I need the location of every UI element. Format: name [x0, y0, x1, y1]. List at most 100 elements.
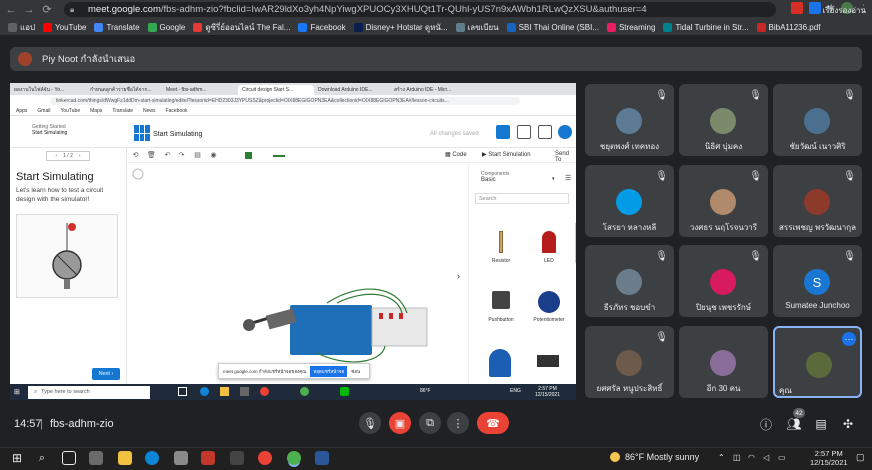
store-icon[interactable]: [240, 387, 249, 396]
undo-icon[interactable]: ↶: [163, 151, 172, 159]
bookmark-item[interactable]: Facebook: [298, 22, 346, 32]
os-weather[interactable]: 86°F Mostly sunny: [610, 452, 699, 462]
tray-chevron-icon[interactable]: ⌃: [718, 453, 725, 462]
bookmark-item[interactable]: Tidal Turbine in Str...: [663, 22, 749, 32]
start-simulation-button[interactable]: ▶ Start Simulation: [482, 151, 531, 159]
participant-tile[interactable]: 🎙︎ วงศธร นฤโรจนวารี: [679, 165, 768, 237]
participant-tile[interactable]: 🎙︎ โสรยา หลางหลี: [585, 165, 674, 237]
redo-icon[interactable]: ↷: [177, 151, 186, 159]
hide-button[interactable]: ซ่อน: [351, 368, 360, 375]
app-icon[interactable]: [201, 451, 215, 465]
microphone-button[interactable]: 🎙︎: [359, 412, 381, 434]
widgets-icon[interactable]: [89, 451, 103, 465]
present-button[interactable]: ⧉: [419, 412, 441, 434]
circuit-canvas[interactable]: ›: [127, 163, 468, 383]
next-step-icon[interactable]: ›: [79, 153, 81, 159]
bookmark-item[interactable]: เลขเบียน: [455, 21, 499, 34]
taskbar-search[interactable]: ⌕ Type here to search: [28, 385, 150, 399]
code-button[interactable]: ▦ Code: [445, 151, 467, 159]
delete-icon[interactable]: 🗑︎: [147, 151, 156, 159]
participant-tile[interactable]: 🎙︎ ยศศรัล หนูประสิทธิ์: [585, 326, 674, 398]
participant-tile[interactable]: 🎙︎ ปิยนุช เพชรรักษ์: [679, 245, 768, 317]
network-icon[interactable]: ◫: [733, 453, 741, 462]
task-view-icon[interactable]: [62, 451, 76, 465]
schematic-icon[interactable]: [517, 125, 531, 139]
leave-call-button[interactable]: ☎︎: [477, 412, 509, 434]
extension-icon[interactable]: [791, 2, 804, 14]
component-pushbutton[interactable]: Pushbutton: [481, 291, 521, 323]
bookmark-item[interactable]: Google: [147, 22, 185, 32]
prev-step-icon[interactable]: ‹: [55, 153, 57, 159]
taskbar-clock[interactable]: 2:57 PM 12/15/2021: [535, 386, 560, 398]
bookmark-item[interactable]: SBI Thai Online (SBI...: [506, 22, 599, 32]
os-clock[interactable]: 2:57 PM 12/15/2021: [810, 449, 848, 467]
participant-tile[interactable]: 🎙︎ S Sumatee Junchoo: [773, 245, 862, 317]
color-swatch[interactable]: [245, 152, 252, 159]
bookmark-item[interactable]: Translate: [94, 22, 140, 32]
back-icon[interactable]: ←: [4, 3, 18, 17]
chrome-icon[interactable]: [287, 451, 301, 465]
notes-icon[interactable]: ▤: [193, 151, 202, 159]
shared-browser-tab[interactable]: ผลงานในไฟล์จัน - Yo...: [10, 85, 86, 95]
word-icon[interactable]: [315, 451, 329, 465]
design-title[interactable]: Start Simulating: [153, 131, 202, 138]
scrollbar[interactable]: [575, 223, 576, 263]
windows-start-icon[interactable]: ⊞: [14, 388, 20, 396]
participant-tile[interactable]: 🎙︎ นิธิศ บุ่มคง: [679, 84, 768, 156]
participant-tile[interactable]: ⋯ คุณ: [773, 326, 862, 398]
app-icon[interactable]: [230, 451, 244, 465]
component-capacitor[interactable]: [489, 349, 511, 377]
component-potentiometer[interactable]: Potentiometer: [529, 291, 569, 323]
bookmark-item[interactable]: แอป: [8, 21, 35, 34]
shared-browser-tab[interactable]: Download Arduino IDE...: [314, 85, 390, 95]
file-explorer-icon[interactable]: [118, 451, 132, 465]
view-icon[interactable]: ◉: [209, 151, 218, 159]
component-slideswitch[interactable]: [537, 355, 559, 367]
shared-browser-tab[interactable]: กำหนดลูกค้ารายชื่อได้จาก...: [86, 85, 162, 95]
stop-sharing-button[interactable]: หยุดแชร์หน้าจอ: [310, 365, 348, 377]
component-resistor[interactable]: Resistor: [481, 231, 521, 264]
shared-bookmark[interactable]: Maps: [90, 108, 102, 114]
line-icon[interactable]: [340, 387, 349, 396]
rotate-icon[interactable]: ⟲: [131, 151, 140, 159]
reading-list[interactable]: เรื่องรองอ่าน: [822, 4, 866, 17]
user-avatar[interactable]: [558, 125, 572, 139]
edge-icon[interactable]: [200, 387, 209, 396]
participant-tile[interactable]: อีก 30 คน: [679, 326, 768, 398]
meeting-info-button[interactable]: ⓘ: [758, 416, 774, 432]
component-search-input[interactable]: Search: [475, 193, 569, 204]
view-3d-icon[interactable]: [496, 125, 510, 139]
taskbar-weather[interactable]: 86°F: [420, 388, 431, 394]
shared-bookmark[interactable]: News: [143, 108, 156, 114]
search-icon[interactable]: ⌕: [35, 451, 49, 465]
step-pager[interactable]: ‹ 1 / 2 ›: [46, 151, 90, 161]
shared-bookmark[interactable]: Facebook: [166, 108, 188, 114]
app-icon[interactable]: [258, 451, 272, 465]
windows-start-icon[interactable]: ⊞: [10, 451, 24, 465]
next-button[interactable]: Next ›: [92, 368, 120, 380]
activities-button[interactable]: ✣: [840, 416, 856, 432]
extension-icon[interactable]: [809, 2, 822, 14]
taskbar-lang[interactable]: ENG: [510, 388, 521, 394]
chat-button[interactable]: ▤: [813, 416, 829, 432]
chevron-down-icon[interactable]: ▾: [552, 176, 555, 182]
people-button[interactable]: 👥︎: [786, 416, 802, 432]
edge-icon[interactable]: [145, 451, 159, 465]
more-options-icon[interactable]: ⋯: [842, 332, 856, 346]
shared-bookmark[interactable]: Apps: [16, 108, 27, 114]
wire-type[interactable]: [273, 155, 285, 157]
list-view-icon[interactable]: ☰: [565, 174, 571, 182]
address-bar[interactable]: 🔒︎ meet.google.com /fbs-adhm-zio?fbclid=…: [64, 2, 776, 17]
store-icon[interactable]: [174, 451, 188, 465]
participant-tile[interactable]: 🎙︎ สรรเพชญ พรวัฒนากุล: [773, 165, 862, 237]
bookmark-item[interactable]: BibA11236.pdf: [756, 22, 820, 32]
bookmark-item[interactable]: Disney+ Hotstar ดูหนั...: [353, 21, 448, 34]
shared-bookmark[interactable]: Gmail: [37, 108, 50, 114]
chrome-icon[interactable]: [300, 387, 309, 396]
component-led[interactable]: LED: [529, 231, 569, 264]
send-to-button[interactable]: Send To: [555, 151, 576, 163]
reload-icon[interactable]: ⟳: [40, 3, 54, 17]
bookmark-item[interactable]: ดูซีรี่ย์ออนไลน์ The Fal...: [193, 21, 290, 34]
collapse-panel-icon[interactable]: ›: [457, 271, 460, 281]
shared-browser-tab[interactable]: Meet - fbs-adhm...: [162, 85, 238, 95]
